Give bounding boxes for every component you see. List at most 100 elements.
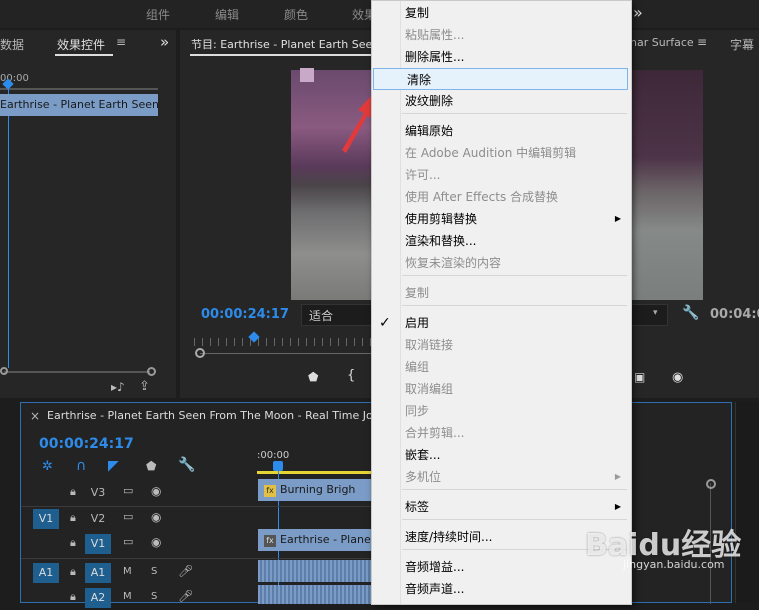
menu-item[interactable]: 渲染和替换... — [372, 230, 629, 252]
panel-menu-icon[interactable]: ≡ — [116, 35, 126, 49]
workspace-tab-editing[interactable]: 编辑 — [215, 6, 239, 23]
snap-icon[interactable]: ✲ — [42, 459, 53, 474]
panel-more-icon[interactable]: » — [160, 33, 169, 51]
microphone-icon[interactable]: 🎤︎ — [178, 564, 193, 578]
menu-item[interactable]: 标签 ▶ — [372, 496, 629, 518]
settings-wrench-icon[interactable]: 🔧 — [682, 305, 699, 321]
menu-item: 取消编组 — [372, 378, 629, 400]
menu-item[interactable]: ✓ 启用 — [372, 312, 629, 334]
menu-item: 恢复未渲染的内容 — [372, 252, 629, 274]
audio-filter-icon[interactable]: ▸♪ — [111, 380, 125, 394]
watermark-blur — [300, 68, 314, 82]
menu-item[interactable]: 嵌套... — [372, 444, 629, 466]
program-monitor-title[interactable]: 节目: Earthrise - Planet Earth Seen — [191, 36, 379, 52]
menu-item-label: 复制 — [405, 6, 430, 20]
menu-item-label: 速度/持续时间... — [405, 530, 493, 544]
add-marker-icon[interactable]: ⬟ — [308, 370, 318, 384]
ec-clip-bar[interactable]: Earthrise - Planet Earth Seen Fr — [0, 94, 158, 116]
track-target-a1[interactable]: A1 — [85, 563, 111, 583]
track-target-v3[interactable]: V3 — [85, 483, 111, 503]
clip-earthrise-video[interactable]: fx Earthrise - Planet — [258, 529, 371, 551]
ec-scrollbar[interactable] — [4, 371, 150, 373]
timeline-settings-icon[interactable]: 🔧 — [178, 457, 195, 473]
clip-audio-a2[interactable] — [258, 585, 371, 604]
menu-item[interactable]: 使用剪辑替换 ▶ — [372, 208, 629, 230]
lock-icon[interactable]: 🔒︎ — [70, 485, 76, 499]
eye-icon[interactable]: ◉ — [151, 484, 161, 498]
track-target-a2[interactable]: A2 — [85, 588, 111, 608]
eye-icon[interactable]: ◉ — [151, 535, 161, 549]
menu-item[interactable]: 清除 — [373, 68, 628, 90]
ec-playhead-line — [8, 88, 9, 368]
source-timecode[interactable]: 00:04:0 — [710, 307, 759, 322]
track-v1: 🔒︎ V1 ▭ ◉ — [21, 532, 253, 556]
menu-item[interactable]: 波纹删除 — [372, 90, 629, 112]
menu-item: 取消链接 — [372, 334, 629, 356]
ec-scroll-handle-left[interactable] — [0, 367, 8, 375]
program-zoom-bar[interactable] — [200, 353, 372, 354]
track-target-v2[interactable]: V2 — [85, 509, 111, 529]
menu-item-label: 编辑原始 — [405, 124, 454, 138]
menu-item[interactable]: 音频声道... — [372, 578, 629, 600]
menu-separator — [402, 489, 627, 490]
track-target-v1[interactable]: V1 — [85, 534, 111, 554]
workspace-tab-assembly[interactable]: 组件 — [146, 6, 170, 23]
panel-menu-icon[interactable]: ≡ — [697, 35, 707, 49]
ec-scroll-handle-right[interactable] — [147, 367, 156, 376]
tab-lunar-surface[interactable]: nar Surface — [630, 36, 694, 49]
clip-earthrise-audio-a1[interactable] — [258, 560, 371, 582]
clip-burning-bright[interactable]: fx Burning Brigh — [258, 479, 371, 501]
track-a1: A1 🔒︎ A1 M S 🎤︎ — [21, 561, 253, 585]
sync-lock-icon[interactable]: ▭ — [123, 510, 133, 523]
more-workspaces-icon[interactable]: » — [633, 3, 643, 22]
multicam-icon[interactable]: ▣ — [634, 370, 645, 384]
timeline-timecode[interactable]: 00:00:24:17 — [39, 436, 134, 452]
microphone-icon[interactable]: 🎤︎ — [178, 589, 193, 603]
source-patch-v3[interactable] — [33, 483, 59, 503]
menu-item-label: 编组 — [405, 360, 430, 374]
work-area-bar[interactable] — [257, 471, 371, 474]
vscroll-handle[interactable] — [706, 479, 716, 489]
lock-icon[interactable]: 🔒︎ — [70, 511, 76, 525]
sync-lock-icon[interactable]: ▭ — [123, 484, 133, 497]
tab-effect-controls[interactable]: 效果控件 — [57, 36, 105, 53]
tab-metadata[interactable]: 数据 — [0, 36, 24, 53]
close-sequence-icon[interactable]: × — [30, 409, 40, 423]
lock-icon[interactable]: 🔒︎ — [70, 590, 76, 604]
menu-item-label: 删除属性... — [405, 50, 465, 64]
solo-button[interactable]: S — [151, 591, 157, 602]
camera-icon[interactable]: ◉ — [672, 370, 683, 385]
menu-item[interactable]: 删除属性... — [372, 46, 629, 68]
source-patch-empty[interactable] — [33, 588, 59, 608]
eye-icon[interactable]: ◉ — [151, 510, 161, 524]
mute-button[interactable]: M — [123, 566, 132, 577]
resolution-select[interactable]: ▾ — [630, 304, 668, 326]
marker-icon[interactable]: ⬟ — [146, 459, 156, 473]
fit-select[interactable]: 适合 — [301, 304, 374, 326]
lock-icon[interactable]: 🔒︎ — [70, 536, 76, 550]
menu-item-label: 复制 — [405, 286, 430, 300]
workspace-tab-color[interactable]: 颜色 — [284, 6, 308, 23]
solo-button[interactable]: S — [151, 566, 157, 577]
mute-button[interactable]: M — [123, 591, 132, 602]
export-icon[interactable]: ⇪ — [139, 379, 150, 394]
source-patch-a1[interactable]: A1 — [33, 563, 59, 583]
program-ruler — [194, 338, 372, 346]
source-patch-empty[interactable] — [33, 534, 59, 554]
source-patch-v1[interactable]: V1 — [33, 509, 59, 529]
zoom-handle-left[interactable] — [195, 348, 205, 358]
timeline-playhead-icon[interactable] — [273, 461, 283, 471]
add-marker-icon[interactable]: ◤ — [108, 458, 119, 474]
sync-lock-icon[interactable]: ▭ — [123, 535, 133, 548]
program-timecode[interactable]: 00:00:24:17 — [201, 307, 289, 322]
menu-item[interactable]: 编辑原始 — [372, 120, 629, 142]
menu-item[interactable]: 复制 — [372, 2, 629, 24]
menu-item: 合并剪辑... — [372, 422, 629, 444]
sequence-title[interactable]: Earthrise - Planet Earth Seen From The M… — [47, 409, 398, 422]
menu-item-label: 音频增益... — [405, 560, 465, 574]
tab-captions[interactable]: 字幕 — [730, 36, 754, 53]
lock-icon[interactable]: 🔒︎ — [70, 565, 76, 579]
mark-in-icon[interactable]: { — [347, 368, 355, 383]
menu-item-label: 粘贴属性... — [405, 28, 465, 42]
linked-selection-icon[interactable]: ∩ — [76, 458, 86, 474]
